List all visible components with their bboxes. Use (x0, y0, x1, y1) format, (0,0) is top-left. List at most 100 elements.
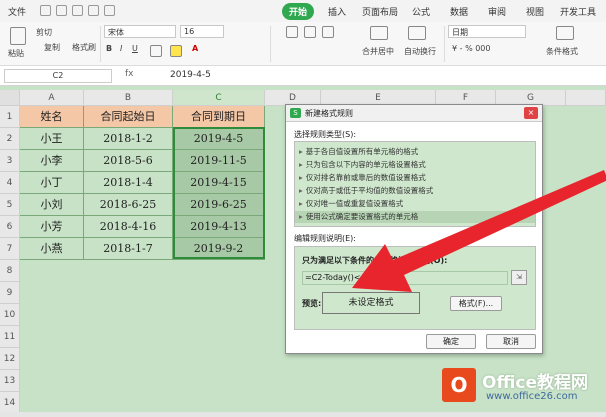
table-cell[interactable]: 小刘 (20, 194, 84, 216)
merge-center-button[interactable]: 合并居中 (362, 46, 394, 57)
italic-icon[interactable]: I (120, 44, 122, 53)
table-cell[interactable]: 2018-1-7 (84, 238, 173, 260)
formula-input[interactable]: =C2-Today()<=30 (302, 271, 508, 285)
currency-icon[interactable]: ¥ - % 000 (452, 44, 490, 53)
row-header[interactable]: 1 (0, 106, 20, 128)
table-cell[interactable]: 小丁 (20, 172, 84, 194)
bold-icon[interactable]: B (106, 44, 112, 53)
column-header-h[interactable] (566, 90, 606, 106)
row-header[interactable]: 4 (0, 172, 20, 194)
table-cell[interactable]: 2018-6-25 (84, 194, 173, 216)
wrap-text-icon[interactable] (408, 26, 426, 40)
wrap-text-button[interactable]: 自动换行 (404, 46, 436, 57)
row-header[interactable]: 7 (0, 238, 20, 260)
table-cell[interactable]: 2019-11-5 (173, 150, 265, 172)
font-name-select[interactable]: 宋体 (104, 25, 176, 38)
format-button[interactable]: 格式(F)... (450, 296, 502, 311)
tab-formulas[interactable]: 公式 (412, 5, 430, 18)
table-cell[interactable]: 2019-4-5 (173, 128, 265, 150)
header-start-date[interactable]: 合同起始日 (84, 106, 173, 128)
copy-button[interactable]: 复制 (44, 42, 60, 53)
table-cell[interactable]: 2018-1-2 (84, 128, 173, 150)
dialog-titlebar[interactable]: S 新建格式规则 × (286, 105, 542, 122)
rule-type-item[interactable]: ▸ 只为包含以下内容的单元格设置格式 (295, 159, 535, 171)
font-size-select[interactable]: 16 (180, 25, 224, 38)
formula-bar: C2 fx 2019-4-5 (0, 66, 606, 86)
row-header[interactable]: 5 (0, 194, 20, 216)
table-cell[interactable]: 2019-4-13 (173, 216, 265, 238)
font-color-icon[interactable]: A (192, 44, 198, 53)
paste-label[interactable]: 粘贴 (8, 48, 24, 59)
cancel-button[interactable]: 取消 (486, 334, 536, 349)
border-icon[interactable] (150, 45, 162, 57)
table-cell[interactable]: 小李 (20, 150, 84, 172)
conditional-format-button[interactable]: 条件格式 (546, 46, 578, 57)
tab-data[interactable]: 数据 (450, 5, 468, 18)
rule-type-item-selected[interactable]: ▸ 使用公式确定要设置格式的单元格 (295, 211, 535, 223)
row-header[interactable]: 10 (0, 304, 20, 326)
align-top-icon[interactable] (286, 26, 298, 38)
tab-view[interactable]: 视图 (526, 5, 544, 18)
fill-color-icon[interactable] (170, 45, 182, 57)
align-bottom-icon[interactable] (322, 26, 334, 38)
table-cell[interactable]: 2019-6-25 (173, 194, 265, 216)
tab-review[interactable]: 审阅 (488, 5, 506, 18)
row-header[interactable]: 13 (0, 370, 20, 392)
preview-icon[interactable] (72, 5, 83, 16)
row-header[interactable]: 2 (0, 128, 20, 150)
tab-insert[interactable]: 插入 (328, 5, 346, 18)
menu-bar: 文件 开始 插入 页面布局 公式 数据 审阅 视图 开发工具 (0, 0, 606, 22)
undo-icon[interactable] (88, 5, 99, 16)
column-header-c[interactable]: C (173, 90, 265, 106)
row-header[interactable]: 6 (0, 216, 20, 238)
table-cell[interactable]: 小燕 (20, 238, 84, 260)
formula-content[interactable]: 2019-4-5 (170, 70, 211, 80)
row-header[interactable]: 9 (0, 282, 20, 304)
cut-button[interactable]: 剪切 (36, 27, 52, 38)
column-header-a[interactable]: A (20, 90, 84, 106)
tab-developer[interactable]: 开发工具 (560, 5, 596, 18)
row-header[interactable]: 3 (0, 150, 20, 172)
underline-icon[interactable]: U (132, 44, 138, 53)
redo-icon[interactable] (104, 5, 115, 16)
row-header[interactable]: 12 (0, 348, 20, 370)
range-picker-icon[interactable]: ⇲ (511, 270, 527, 285)
format-painter-button[interactable]: 格式刷 (72, 42, 96, 53)
row-header[interactable]: 11 (0, 326, 20, 348)
table-cell[interactable]: 2018-5-6 (84, 150, 173, 172)
preview-label: 预览: (302, 299, 322, 308)
table-cell[interactable]: 2019-4-15 (173, 172, 265, 194)
merge-center-icon[interactable] (370, 26, 388, 40)
close-button[interactable]: × (524, 107, 538, 119)
watermark-url: www.office26.com (486, 391, 578, 402)
rule-type-list[interactable]: ▸ 基于各自值设置所有单元格的格式 ▸ 只为包含以下内容的单元格设置格式 ▸ 仅对排名… (294, 141, 536, 227)
column-header-b[interactable]: B (84, 90, 173, 106)
name-box[interactable]: C2 (4, 69, 112, 83)
table-cell[interactable]: 2018-4-16 (84, 216, 173, 238)
rule-type-item[interactable]: ▸ 基于各自值设置所有单元格的格式 (295, 146, 535, 158)
tab-page-layout[interactable]: 页面布局 (362, 5, 398, 18)
align-middle-icon[interactable] (304, 26, 316, 38)
select-all-corner[interactable] (0, 90, 20, 106)
triangle-bullet-icon: ▸ (299, 173, 303, 182)
table-cell[interactable]: 2019-9-2 (173, 238, 265, 260)
table-cell[interactable]: 小芳 (20, 216, 84, 238)
row-header[interactable]: 8 (0, 260, 20, 282)
rule-type-item[interactable]: ▸ 仅对排名靠前或靠后的数值设置格式 (295, 172, 535, 184)
tab-home[interactable]: 开始 (282, 3, 315, 20)
fx-icon[interactable]: fx (125, 69, 134, 79)
save-icon[interactable] (40, 5, 51, 16)
header-end-date[interactable]: 合同到期日 (173, 106, 265, 128)
rule-type-item[interactable]: ▸ 仅对唯一值或重复值设置格式 (295, 198, 535, 210)
conditional-format-icon[interactable] (556, 26, 574, 40)
table-cell[interactable]: 2018-1-4 (84, 172, 173, 194)
header-name[interactable]: 姓名 (20, 106, 84, 128)
table-cell[interactable]: 小王 (20, 128, 84, 150)
rule-type-item[interactable]: ▸ 仅对高于或低于平均值的数值设置格式 (295, 185, 535, 197)
number-format-select[interactable]: 日期 (448, 25, 526, 38)
ok-button[interactable]: 确定 (426, 334, 476, 349)
file-menu[interactable]: 文件 (8, 5, 26, 18)
print-icon[interactable] (56, 5, 67, 16)
row-header[interactable]: 14 (0, 392, 20, 414)
paste-icon[interactable] (10, 27, 26, 45)
